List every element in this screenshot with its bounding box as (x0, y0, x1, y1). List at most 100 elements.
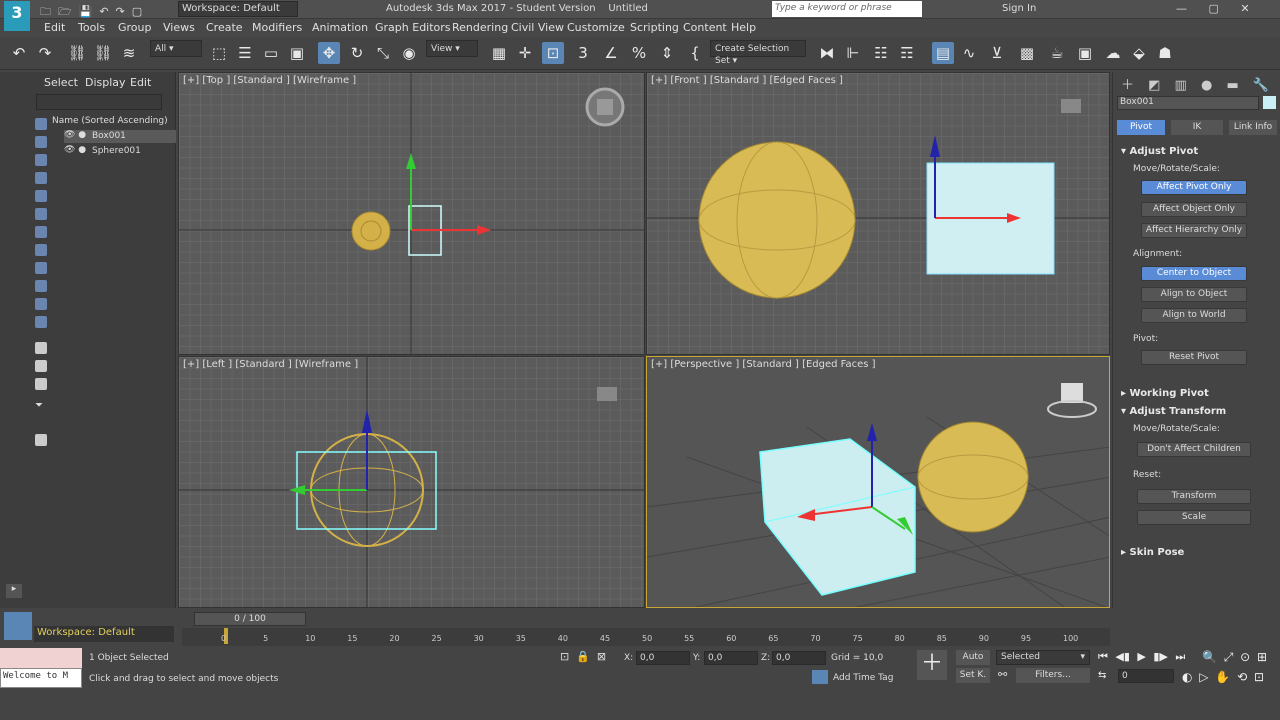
list-item[interactable]: 👁 ● Sphere001 (64, 145, 176, 158)
ribbon-icon[interactable]: ▤ (932, 42, 954, 64)
display-spacewarps-icon[interactable] (35, 226, 47, 238)
display-lights-icon[interactable] (35, 172, 47, 184)
add-time-tag[interactable]: Add Time Tag (833, 673, 893, 683)
rotate-icon[interactable]: ↻ (346, 42, 368, 64)
menu-rendering[interactable]: Rendering (452, 21, 508, 34)
object-name-field[interactable]: Box001 (1117, 96, 1259, 110)
render-iterative-icon[interactable]: ⬙ (1128, 42, 1150, 64)
key-filter-dropdown[interactable]: Selected ▾ (996, 650, 1090, 665)
percent-snap-icon[interactable]: % (628, 42, 650, 64)
menu-civil-view[interactable]: Civil View (511, 21, 564, 34)
display-helpers-icon[interactable] (35, 208, 47, 220)
curve-editor-icon[interactable]: ∿ (958, 42, 980, 64)
tab-link-info[interactable]: Link Info (1229, 120, 1277, 135)
display-containers-icon[interactable] (35, 298, 47, 310)
key-filters-button[interactable]: Filters... (1016, 668, 1090, 683)
viewport-label[interactable]: [+] [Left ] [Standard ] [Wireframe ] (183, 359, 358, 370)
playback-controls[interactable]: ⏮ ◀▮ ▶ ▮▶ ⏭ (1098, 650, 1185, 664)
tab-display[interactable]: Display (85, 76, 126, 89)
link-icon[interactable]: ⛓ (66, 42, 88, 64)
mirror-icon[interactable]: ⧓ (816, 42, 838, 64)
schematic-view-icon[interactable]: ⊻ (986, 42, 1008, 64)
expand-arrow-icon[interactable]: ▸ (6, 584, 22, 598)
workspace-status[interactable]: Workspace: Default (34, 626, 174, 642)
layer-icon[interactable] (35, 434, 47, 446)
x-coordinate-field[interactable]: 0,0 (636, 651, 690, 665)
render-cloud-icon[interactable]: ☗ (1154, 42, 1176, 64)
display-xrefs-icon[interactable] (35, 262, 47, 274)
menu-help[interactable]: Help (731, 21, 756, 34)
command-panel-tabs[interactable]: ＋ ◩ ▥ ● ▬ 🔧 (1121, 74, 1269, 93)
viewport-perspective[interactable]: [+] [Perspective ] [Standard ] [Edged Fa… (646, 356, 1110, 608)
affect-object-only-button[interactable]: Affect Object Only (1141, 202, 1247, 217)
maxscript-mini-listener[interactable]: Welcome to M (0, 668, 82, 688)
keyboard-shortcut-icon[interactable]: ⊡ (542, 42, 564, 64)
named-selection-dropdown[interactable]: Create Selection Set ▾ (710, 40, 806, 66)
viewport-navigation-icons-2[interactable]: ◐ ▷ ✋ ⟲ ⊡ (1182, 670, 1264, 684)
bind-space-warp-icon[interactable]: ≋ (118, 42, 140, 64)
reset-pivot-button[interactable]: Reset Pivot (1141, 350, 1247, 365)
select-by-name-icon[interactable]: ☰ (234, 42, 256, 64)
window-controls[interactable]: — ▢ ✕ (1176, 2, 1250, 15)
viewport-label[interactable]: [+] [Top ] [Standard ] [Wireframe ] (183, 75, 356, 86)
sign-in-link[interactable]: Sign In (1002, 3, 1036, 14)
column-header[interactable]: Name (Sorted Ascending) (52, 116, 168, 126)
display-groups-icon[interactable] (35, 244, 47, 256)
find-field[interactable] (36, 94, 162, 110)
time-tag-icon[interactable] (812, 670, 828, 684)
snaps-toggle-icon[interactable]: 3 (572, 42, 594, 64)
tab-pivot[interactable]: Pivot (1117, 120, 1165, 135)
menu-create[interactable]: Create (206, 21, 243, 34)
working-pivot-rollout[interactable]: ▸ Working Pivot (1121, 388, 1271, 399)
dont-affect-children-button[interactable]: Don't Affect Children (1137, 442, 1251, 457)
set-key-icon[interactable]: ＋ (917, 650, 947, 680)
menu-edit[interactable]: Edit (44, 21, 65, 34)
menu-modifiers[interactable]: Modifiers (252, 21, 302, 34)
timeline-track[interactable]: 0 5 10 15 20 25 30 35 40 45 50 55 60 65 70 75 80 85 90 95 10… (182, 628, 1110, 646)
reference-coordinate-dropdown[interactable]: View ▾ (426, 40, 478, 57)
menu-animation[interactable]: Animation (312, 21, 368, 34)
tab-select[interactable]: Select (44, 76, 78, 89)
adjust-transform-rollout[interactable]: ▾ Adjust Transform (1121, 406, 1271, 417)
adjust-pivot-rollout[interactable]: ▾ Adjust Pivot (1121, 146, 1271, 157)
auto-key-button[interactable]: Auto (956, 650, 990, 665)
sort-icon[interactable] (35, 378, 47, 390)
app-logo-icon[interactable]: 3 (4, 1, 30, 31)
menu-tools[interactable]: Tools (78, 21, 105, 34)
select-all-icon[interactable] (35, 360, 47, 372)
hierarchy-icon[interactable] (35, 342, 47, 354)
named-selection-icon[interactable]: { (684, 42, 706, 64)
redo-icon[interactable]: ↷ (34, 42, 56, 64)
viewport-top[interactable]: [+] [Top ] [Standard ] [Wireframe ] (178, 72, 645, 355)
selection-filter-dropdown[interactable]: All ▾ (150, 40, 202, 57)
place-icon[interactable]: ◉ (398, 42, 420, 64)
current-frame-field[interactable]: 0 (1118, 669, 1174, 683)
menu-customize[interactable]: Customize (567, 21, 625, 34)
tab-ik[interactable]: IK (1171, 120, 1223, 135)
center-to-object-button[interactable]: Center to Object (1141, 266, 1247, 281)
object-color-swatch[interactable] (1263, 96, 1276, 109)
rect-region-icon[interactable]: ▭ (260, 42, 282, 64)
layer-explorer-icon[interactable]: ☶ (896, 42, 918, 64)
unlink-icon[interactable]: ⛓ (92, 42, 114, 64)
search-input[interactable]: Type a keyword or phrase (772, 1, 922, 17)
viewport-layout-icon[interactable] (4, 612, 32, 640)
scale-button[interactable]: Scale (1137, 510, 1251, 525)
align-to-world-button[interactable]: Align to World (1141, 308, 1247, 323)
menu-graph-editors[interactable]: Graph Editors (375, 21, 451, 34)
display-all-icon[interactable] (35, 118, 47, 130)
menu-views[interactable]: Views (163, 21, 195, 34)
maxscript-listener[interactable] (0, 648, 82, 668)
rendered-frame-icon[interactable]: ▣ (1074, 42, 1096, 64)
filter-icon[interactable]: ⏷ (35, 400, 43, 411)
viewport-navigation-icons[interactable]: 🔍 ⤢ ⊙ ⊞ (1202, 650, 1267, 665)
viewport-front[interactable]: [+] [Front ] [Standard ] [Edged Faces ] (646, 72, 1110, 355)
workspace-dropdown[interactable]: Workspace: Default (178, 1, 298, 17)
key-mode-icon[interactable]: ⚯ (998, 668, 1007, 681)
affect-hierarchy-only-button[interactable]: Affect Hierarchy Only (1141, 223, 1247, 238)
select-manipulate-icon[interactable]: ✛ (514, 42, 536, 64)
scene-explorer-icon[interactable]: ☷ (870, 42, 892, 64)
viewport-label[interactable]: [+] [Perspective ] [Standard ] [Edged Fa… (651, 359, 876, 370)
window-crossing-icon[interactable]: ▣ (286, 42, 308, 64)
display-cameras-icon[interactable] (35, 190, 47, 202)
